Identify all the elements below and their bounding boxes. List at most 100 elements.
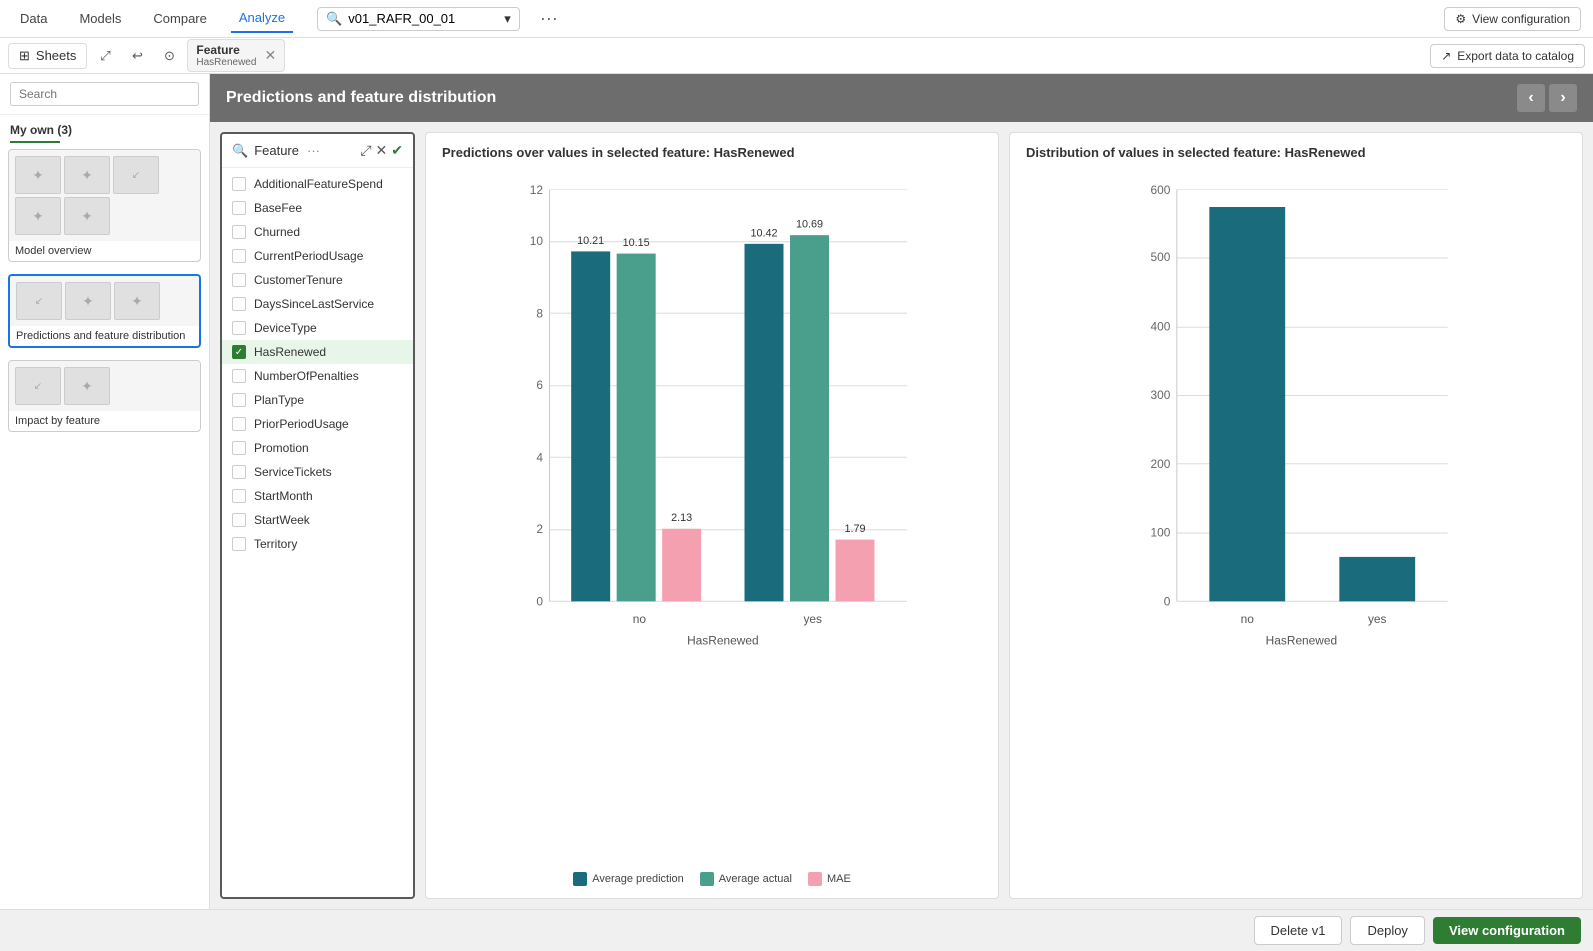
feature-item-startweek[interactable]: StartWeek: [222, 508, 413, 532]
feature-item-priorperiodusage[interactable]: PriorPeriodUsage: [222, 412, 413, 436]
feature-name: CurrentPeriodUsage: [254, 249, 363, 263]
check-feature-btn[interactable]: ✔: [391, 142, 403, 159]
card-title-impact: Impact by feature: [9, 411, 200, 431]
feature-list: AdditionalFeatureSpend BaseFeeChurned Curr…: [222, 168, 413, 897]
feature-item-churned[interactable]: Churned: [222, 220, 413, 244]
card-title-predictions: Predictions and feature distribution: [10, 326, 199, 346]
feature-checkbox: [232, 465, 246, 479]
prev-arrow[interactable]: ‹: [1517, 84, 1545, 112]
feature-checkbox: [232, 369, 246, 383]
feature-item-numberofpenalties[interactable]: NumberOfPenalties: [222, 364, 413, 388]
svg-text:10.15: 10.15: [623, 237, 650, 249]
mini-thumb-4: ✦: [15, 197, 61, 235]
svg-text:300: 300: [1150, 388, 1170, 402]
bar-no-avg-pred: [571, 251, 610, 601]
mini-thumb-3: ↙: [113, 156, 159, 194]
feature-item-dayssincelastservice[interactable]: DaysSinceLastService: [222, 292, 413, 316]
expand-feature-btn[interactable]: ⤢: [360, 142, 371, 159]
bar-yes-avg-actual: [790, 235, 829, 601]
svg-text:2.13: 2.13: [671, 512, 692, 524]
feature-item-customertenure[interactable]: CustomerTenure: [222, 268, 413, 292]
bar-no-mae: [662, 529, 701, 602]
top-nav: Data Models Compare Analyze 🔍 ▾ ··· ⚙ Vi…: [0, 0, 1593, 38]
svg-text:200: 200: [1150, 457, 1170, 471]
export-icon: ↗: [1441, 49, 1451, 63]
distribution-svg: 0 100 200 300 400 500 600 no yes: [1026, 168, 1566, 688]
feature-item-devicetype[interactable]: DeviceType: [222, 316, 413, 340]
feature-item-hasrenewed[interactable]: ✓HasRenewed: [222, 340, 413, 364]
svg-text:8: 8: [536, 307, 543, 321]
close-feature-btn[interactable]: ✕: [376, 142, 388, 159]
feature-name: NumberOfPenalties: [254, 369, 359, 383]
svg-text:HasRenewed: HasRenewed: [1266, 634, 1337, 648]
feature-item-additionalfeaturespend[interactable]: AdditionalFeatureSpend: [222, 172, 413, 196]
legend-box-avg-pred: [573, 872, 587, 886]
tab-close-btn[interactable]: ✕: [264, 47, 276, 64]
model-search-input[interactable]: [348, 11, 498, 26]
legend-box-avg-actual: [700, 872, 714, 886]
feature-name: StartMonth: [254, 489, 313, 503]
sheet-card-predictions[interactable]: ↙ ✦ ✦ Predictions and feature distributi…: [8, 274, 201, 348]
bar-yes-mae: [836, 540, 875, 602]
legend-box-mae: [808, 872, 822, 886]
legend-mae: MAE: [808, 872, 851, 886]
sheet-card-impact[interactable]: ↙ ✦ Impact by feature: [8, 360, 201, 432]
svg-text:1.79: 1.79: [844, 523, 865, 535]
feature-tab[interactable]: Feature HasRenewed ✕: [187, 39, 285, 72]
feature-name: ServiceTickets: [254, 465, 332, 479]
feature-name: CustomerTenure: [254, 273, 343, 287]
nav-compare[interactable]: Compare: [145, 5, 214, 32]
view-config-bottom-btn[interactable]: View configuration: [1433, 917, 1581, 944]
model-search-bar[interactable]: 🔍 ▾: [317, 7, 520, 31]
feature-panel: 🔍 Feature ··· ⤢ ✕ ✔ AdditionalFeatureSpe…: [220, 132, 415, 899]
bar-no-avg-actual: [617, 254, 656, 602]
nav-data[interactable]: Data: [12, 5, 55, 32]
distribution-chart-panel: Distribution of values in selected featu…: [1009, 132, 1583, 899]
settings-icon-btn[interactable]: ⊙: [155, 42, 183, 70]
nav-analyze[interactable]: Analyze: [231, 4, 293, 33]
delete-btn[interactable]: Delete v1: [1254, 916, 1343, 945]
export-data-btn[interactable]: ↗ Export data to catalog: [1430, 44, 1585, 68]
distribution-chart-area: 0 100 200 300 400 500 600 no yes: [1026, 168, 1566, 886]
feature-checkbox: [232, 201, 246, 215]
sidebar-section-label: My own (3): [0, 115, 209, 141]
predictions-chart-panel: Predictions over values in selected feat…: [425, 132, 999, 899]
feature-more-btn[interactable]: ···: [307, 143, 320, 158]
content-area: Predictions and feature distribution ‹ ›…: [210, 74, 1593, 909]
expand-icon-btn[interactable]: ⤢: [91, 42, 119, 70]
svg-text:yes: yes: [803, 612, 822, 626]
feature-checkbox: [232, 441, 246, 455]
dropdown-icon[interactable]: ▾: [504, 11, 511, 27]
feature-item-startmonth[interactable]: StartMonth: [222, 484, 413, 508]
feature-item-territory[interactable]: Territory: [222, 532, 413, 556]
feature-item-currentperiodusage[interactable]: CurrentPeriodUsage: [222, 244, 413, 268]
feature-item-promotion[interactable]: Promotion: [222, 436, 413, 460]
svg-text:HasRenewed: HasRenewed: [687, 634, 758, 648]
feature-name: AdditionalFeatureSpend: [254, 177, 383, 191]
feature-checkbox: ✓: [232, 345, 246, 359]
feature-item-servicetickets[interactable]: ServiceTickets: [222, 460, 413, 484]
next-arrow[interactable]: ›: [1549, 84, 1577, 112]
svg-text:600: 600: [1150, 183, 1170, 197]
section-underline: [10, 141, 60, 143]
nav-models[interactable]: Models: [71, 5, 129, 32]
feature-item-plantype[interactable]: PlanType: [222, 388, 413, 412]
more-options-btn[interactable]: ···: [540, 8, 558, 29]
content-header: Predictions and feature distribution ‹ ›: [210, 74, 1593, 122]
undo-icon-btn[interactable]: ↩: [123, 42, 151, 70]
sidebar-search-input[interactable]: [10, 82, 199, 106]
sheets-btn[interactable]: ⊞ Sheets: [8, 43, 87, 69]
feature-name: PlanType: [254, 393, 304, 407]
sheet-card-model-overview[interactable]: ✦ ✦ ↙ ✦ ✦ Model overview: [8, 149, 201, 262]
feature-checkbox: [232, 489, 246, 503]
deploy-btn[interactable]: Deploy: [1350, 916, 1424, 945]
svg-text:400: 400: [1150, 320, 1170, 334]
mini-thumb-10: ✦: [64, 367, 110, 405]
predictions-chart-title: Predictions over values in selected feat…: [442, 145, 982, 160]
feature-checkbox: [232, 177, 246, 191]
svg-text:10: 10: [530, 234, 544, 248]
svg-text:10.69: 10.69: [796, 219, 823, 231]
feature-item-basefee[interactable]: BaseFee: [222, 196, 413, 220]
svg-text:no: no: [1241, 612, 1255, 626]
view-configuration-btn[interactable]: ⚙ View configuration: [1444, 7, 1581, 31]
